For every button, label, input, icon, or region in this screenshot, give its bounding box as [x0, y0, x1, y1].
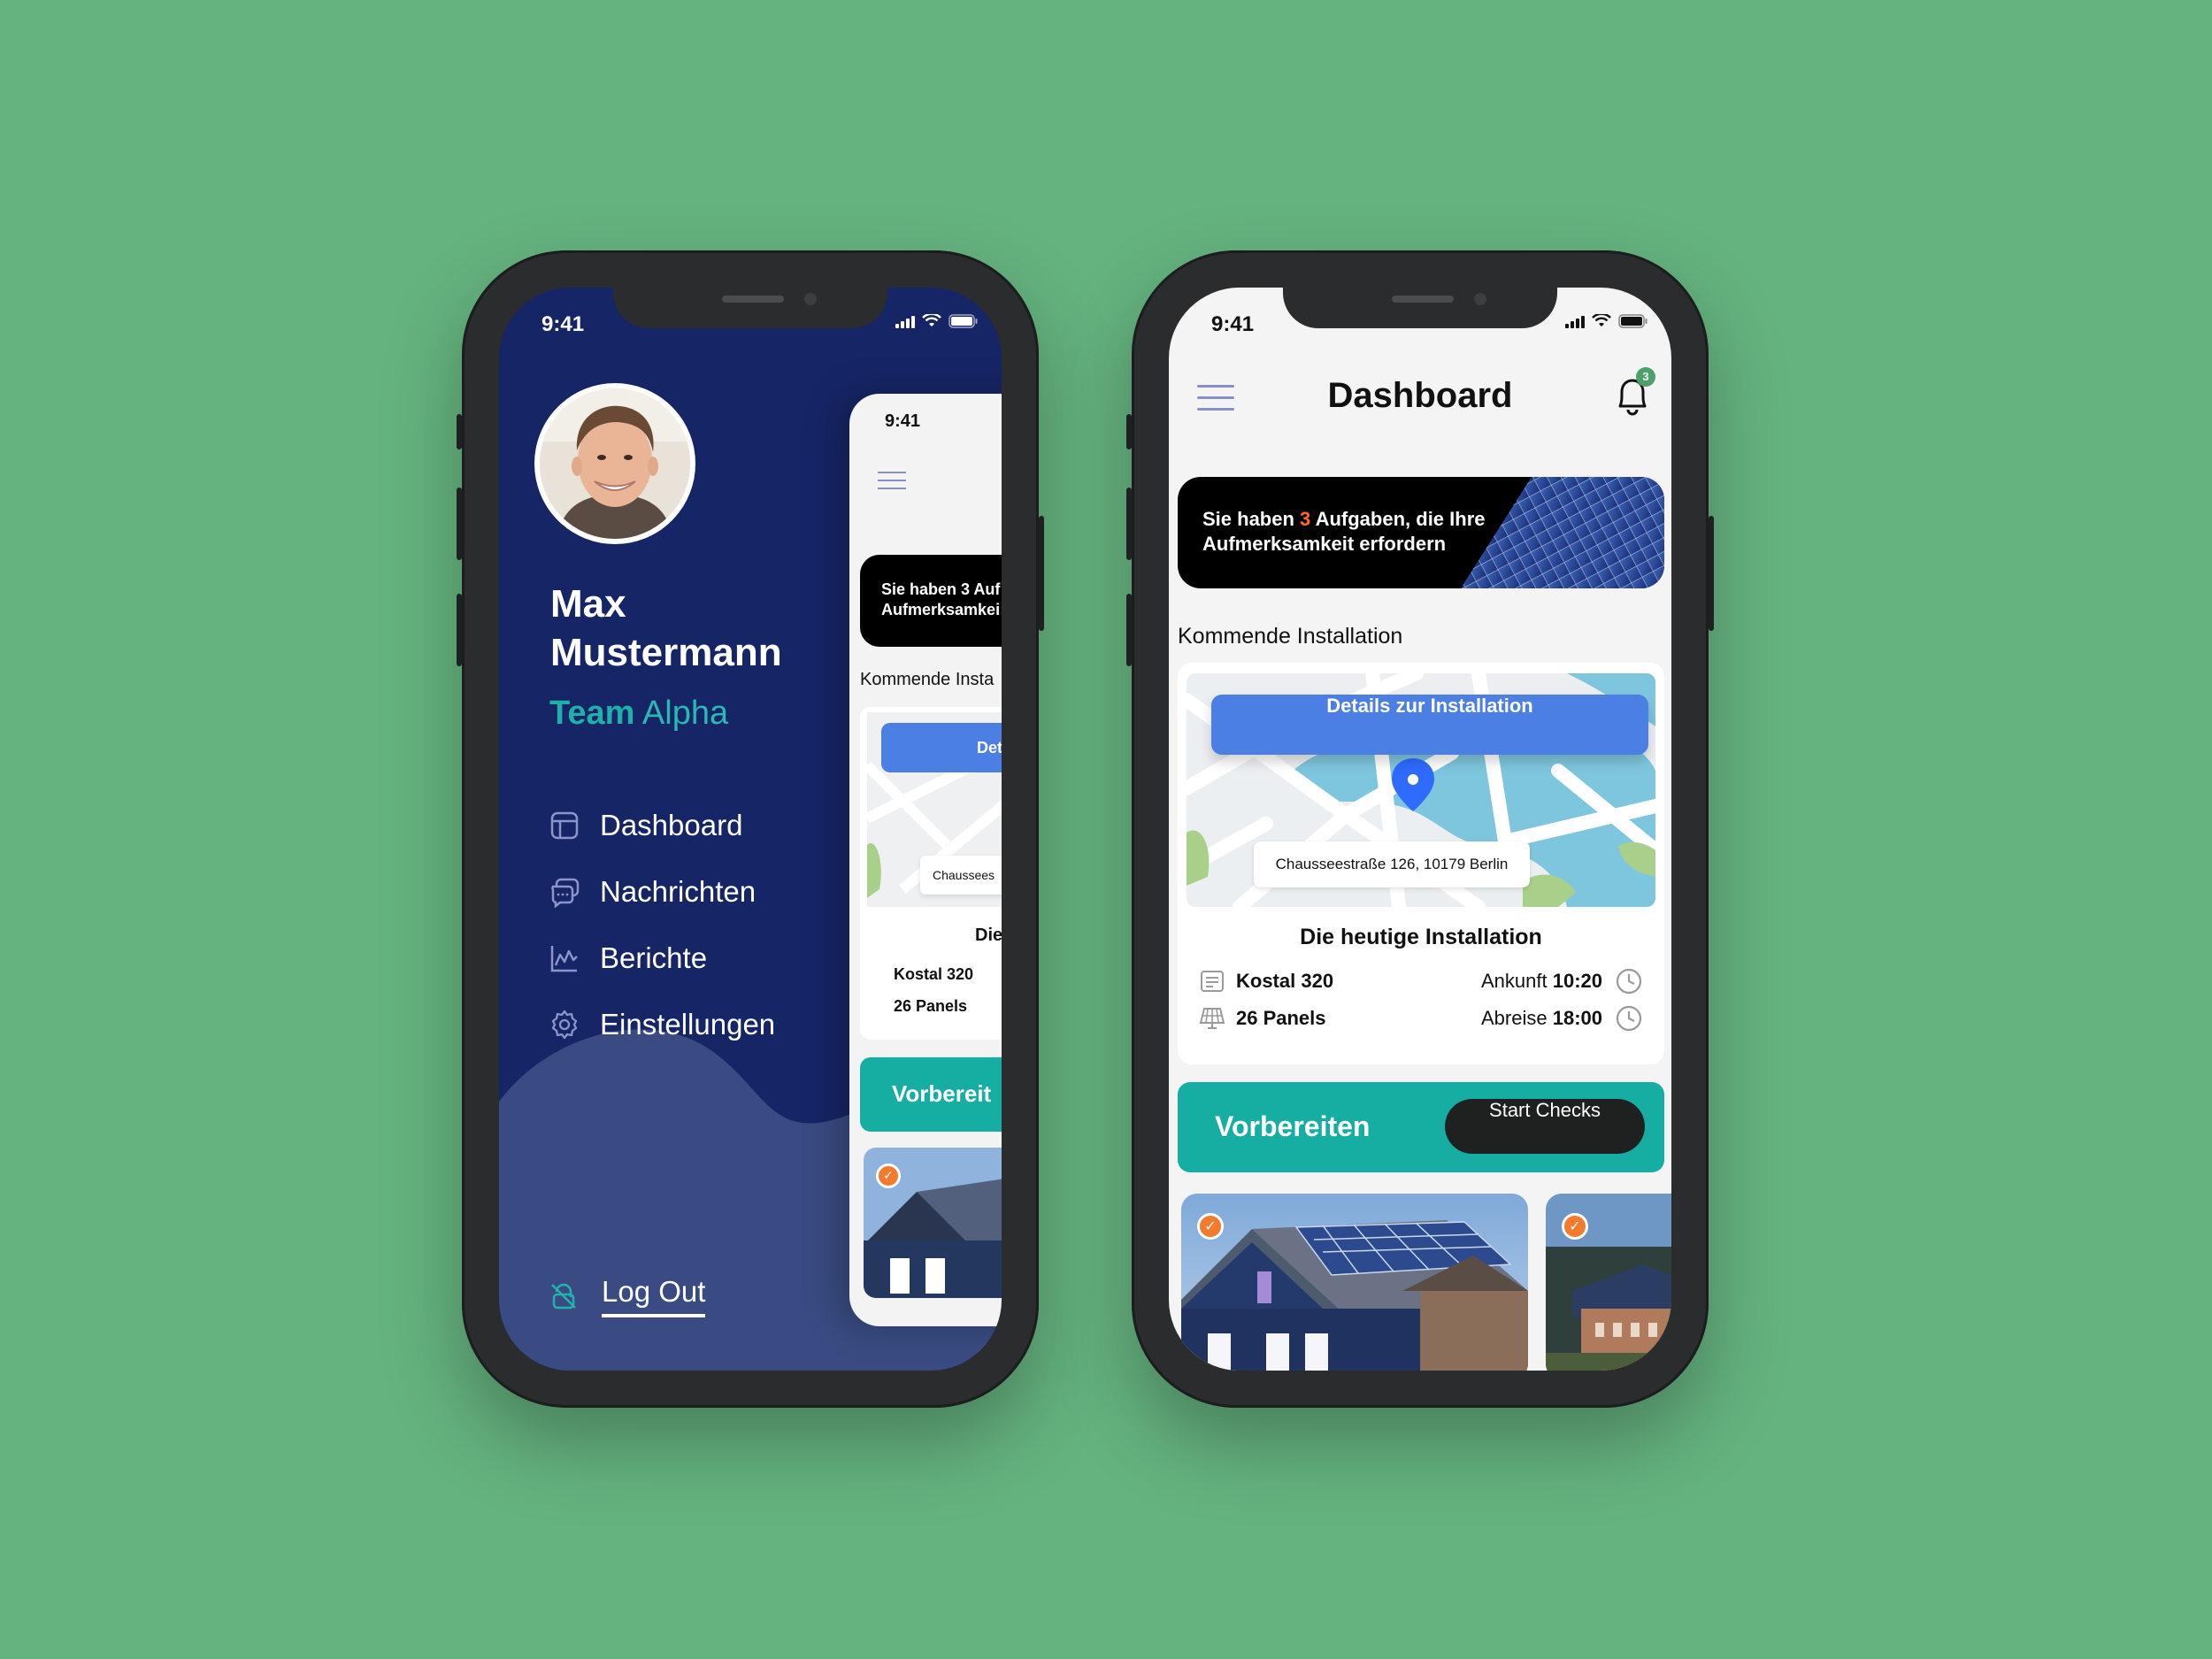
chat-icon [551, 878, 580, 908]
inverter-icon [1201, 971, 1224, 992]
preview-prepare-label: Vorbereit [892, 1080, 992, 1107]
menu-label-nachrichten: Nachrichten [600, 874, 757, 908]
wifi-icon [922, 314, 941, 326]
user-photo [540, 388, 690, 539]
card-title: Die heutige Installation [1300, 925, 1542, 949]
notification-button[interactable]: 3 [1613, 367, 1655, 419]
signal-icon [1565, 314, 1585, 328]
logout-button[interactable]: Log Out [549, 1275, 706, 1317]
drawer-menu: Dashboard Nachrichten Berichte Einstellu… [549, 792, 775, 1057]
gear-icon [551, 1010, 578, 1039]
panels-row: 26 Panels Abreise 18:00 [1199, 1001, 1643, 1036]
drawer-screen: 9:41 Max Mustermann Team Alpha Dashboard… [499, 288, 1002, 1371]
power-button [1039, 516, 1044, 631]
banner-count: 3 [1300, 508, 1311, 530]
status-icons [895, 314, 979, 328]
volume-down-button [1126, 594, 1132, 666]
preview-banner: Sie haben 3 Auf Aufmerksamkei [860, 555, 1002, 647]
preview-card: Det Chaussees Die h Kostal 320 26 Panels [860, 707, 1002, 1040]
preview-address: Chaussees [920, 856, 1002, 895]
logout-label: Log Out [602, 1275, 706, 1317]
house-photo-card-2[interactable]: ✓ [1546, 1194, 1671, 1371]
panels-label: 26 Panels [1236, 1007, 1326, 1029]
preview-banner-line2: Aufmerksamkei [881, 600, 1001, 618]
menu-label-dashboard: Dashboard [600, 808, 743, 841]
departure-label: Abreise [1481, 1007, 1548, 1029]
notification-badge: 3 [1636, 367, 1655, 387]
logout-icon [551, 1283, 576, 1310]
preview-section: Kommende Insta [860, 670, 995, 689]
completed-check-icon: ✓ [1197, 1213, 1224, 1240]
menu-item-einstellungen[interactable]: Einstellungen [549, 991, 775, 1057]
phone-right: 9:41 Dashboard 3 Sie haben 3 Aufgaben, d… [1126, 250, 1714, 1408]
preview-house-photo: ✓ [864, 1148, 1002, 1298]
preview-details-button: Det [881, 723, 1002, 772]
volume-down-button [457, 594, 462, 666]
details-button[interactable]: Details zur Installation [1211, 695, 1648, 755]
power-button [1709, 516, 1714, 631]
preview-inverter: Kostal 320 [894, 965, 974, 983]
phone-left: 9:41 Max Mustermann Team Alpha Dashboard… [457, 250, 1044, 1408]
section-title: Kommende Installation [1178, 624, 1403, 649]
preview-hamburger-icon [878, 472, 906, 489]
mute-switch [457, 414, 462, 449]
team-name: Alpha [641, 695, 729, 732]
preview-banner-text: Sie haben 3 Auf Aufmerksamkei [881, 580, 1000, 619]
preview-card-title: Die h [975, 926, 1002, 945]
dashboard-screen: 9:41 Dashboard 3 Sie haben 3 Aufgaben, d… [1169, 288, 1671, 1371]
status-icons [1565, 314, 1648, 328]
notch [1283, 288, 1557, 328]
completed-check-icon-2: ✓ [1562, 1213, 1588, 1240]
avatar[interactable] [534, 383, 695, 544]
battery-icon [949, 314, 978, 328]
page-title: Dashboard [1327, 376, 1513, 415]
preview-banner-line1: Sie haben 3 Auf [881, 580, 1001, 598]
prepare-label: Vorbereiten [1215, 1110, 1371, 1142]
status-time: 9:41 [541, 312, 585, 336]
start-checks-button[interactable]: Start Checks [1445, 1099, 1645, 1154]
clock-icon [1616, 1005, 1642, 1032]
menu-item-nachrichten[interactable]: Nachrichten [549, 858, 775, 925]
dashboard-preview[interactable]: 9:41 Sie haben 3 Auf Aufmerksamkei Komme… [849, 394, 1002, 1326]
departure-time: 18:00 [1552, 1007, 1602, 1029]
map-view[interactable]: Details zur Installation Chausseestraße … [1187, 673, 1655, 907]
signal-icon [895, 314, 915, 328]
preview-status-time: 9:41 [885, 411, 921, 431]
solar-panel-icon [1199, 1008, 1225, 1029]
preview-panels: 26 Panels [894, 997, 968, 1015]
menu-item-dashboard[interactable]: Dashboard [549, 792, 775, 858]
menu-item-berichte[interactable]: Berichte [549, 925, 775, 991]
team-prefix: Team [549, 695, 635, 732]
notch [613, 288, 887, 328]
menu-label-berichte: Berichte [600, 941, 708, 974]
status-time: 9:41 [1211, 312, 1255, 336]
user-name: Max Mustermann [550, 582, 782, 674]
inverter-row: Kostal 320 Ankunft 10:20 [1199, 964, 1643, 999]
team-label: Team Alpha [549, 695, 728, 733]
installation-card: Details zur Installation Chausseestraße … [1178, 663, 1664, 1064]
wifi-icon [1592, 314, 1611, 326]
prepare-bar: Vorbereiten Start Checks [1178, 1082, 1664, 1172]
preview-prepare-bar: Vorbereit [860, 1057, 1002, 1132]
address-label: Chausseestraße 126, 10179 Berlin [1254, 841, 1530, 887]
tasks-banner[interactable]: Sie haben 3 Aufgaben, die Ihre Aufmerksa… [1178, 477, 1664, 588]
layout-icon [550, 811, 579, 839]
arrival-label: Ankunft [1480, 970, 1548, 992]
banner-text: Sie haben 3 Aufgaben, die Ihre Aufmerksa… [1202, 507, 1494, 556]
arrival-time: 10:20 [1552, 970, 1602, 992]
chart-icon [550, 945, 578, 972]
house-photo [1181, 1194, 1528, 1371]
battery-icon [1618, 314, 1647, 328]
preview-check-icon: ✓ [876, 1164, 901, 1188]
volume-up-button [457, 488, 462, 560]
house-photo-card[interactable]: ✓ [1181, 1194, 1528, 1371]
banner-prefix: Sie haben [1202, 508, 1301, 530]
mute-switch [1126, 414, 1132, 449]
volume-up-button [1126, 488, 1132, 560]
clock-icon [1616, 968, 1642, 995]
inverter-label: Kostal 320 [1236, 970, 1334, 992]
menu-label-einstellungen: Einstellungen [600, 1007, 776, 1041]
